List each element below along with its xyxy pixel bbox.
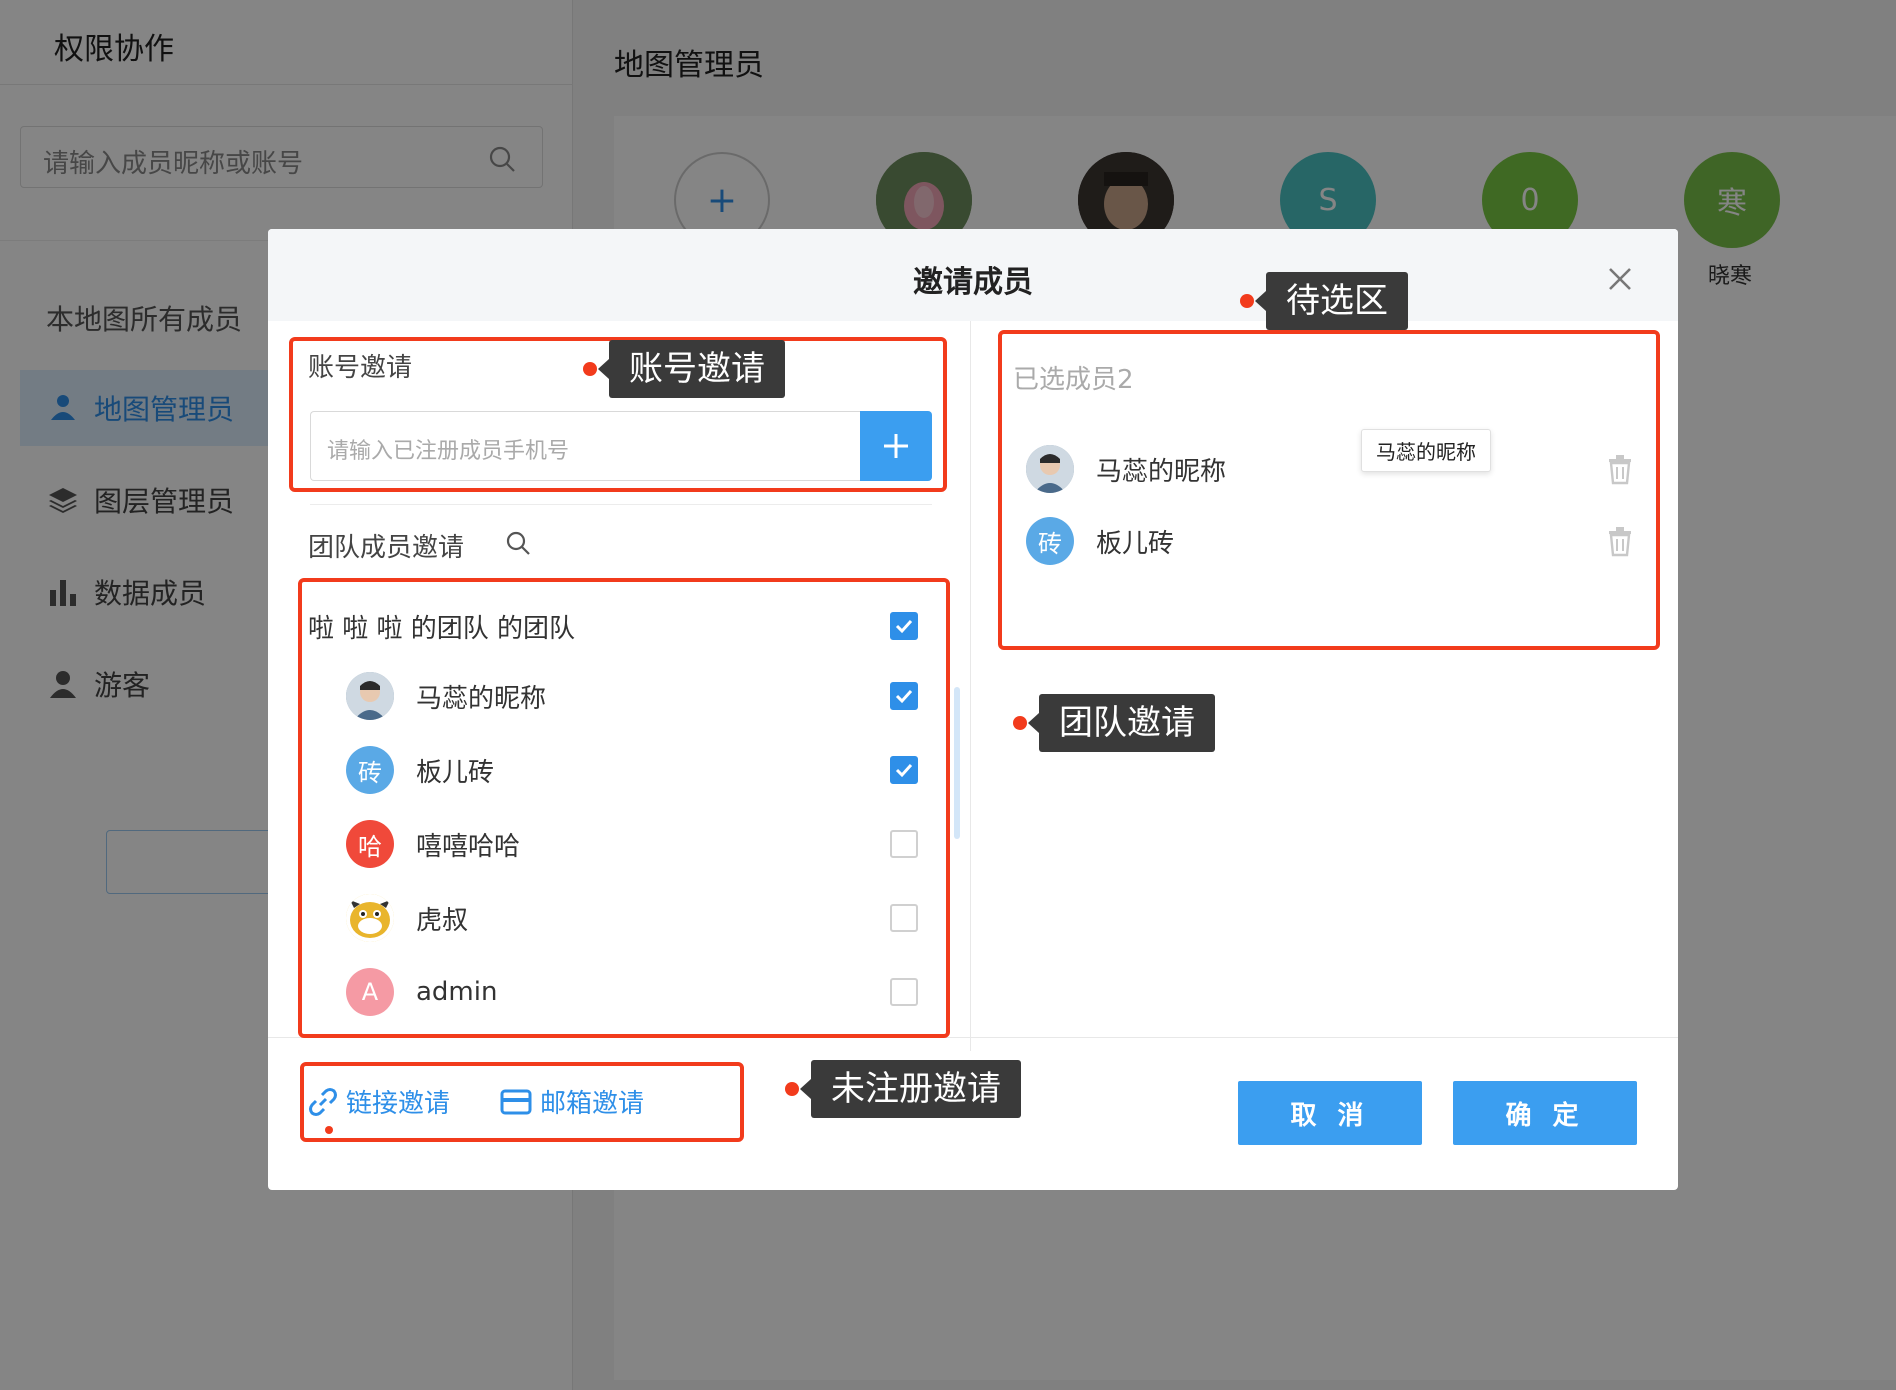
team-invite-highlight [298,578,950,1038]
unregistered-invite-highlight [300,1062,744,1142]
close-icon[interactable] [1606,265,1634,293]
cancel-button[interactable]: 取 消 [1238,1081,1422,1145]
annotation-label: 团队邀请 [1028,694,1215,752]
dialog-title: 邀请成员 [913,265,1033,300]
pending-area-highlight [998,330,1660,650]
marker-dot [1240,294,1254,308]
scrollbar[interactable] [954,687,960,839]
annotation-team: 团队邀请 [1013,694,1215,752]
annotation-account: 账号邀请 [583,340,785,398]
annotation-unregistered: 未注册邀请 [785,1060,1021,1118]
annotation-pending: 待选区 [1240,272,1408,330]
divider [310,504,932,505]
team-invite-label: 团队成员邀请 [308,533,465,563]
annotation-label: 账号邀请 [598,340,785,398]
marker-dot [583,362,597,376]
marker-dot [325,1126,333,1134]
confirm-button[interactable]: 确 定 [1453,1081,1637,1145]
annotation-label: 待选区 [1255,272,1408,330]
marker-dot [1013,716,1027,730]
search-icon[interactable] [504,529,532,561]
marker-dot [785,1082,799,1096]
annotation-label: 未注册邀请 [800,1060,1021,1118]
dialog-header: 邀请成员 [268,229,1678,321]
column-divider [970,321,971,1051]
